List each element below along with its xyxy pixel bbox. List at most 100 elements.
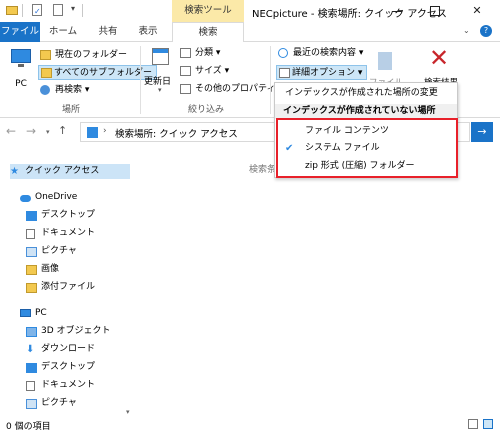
advanced-options-label: 詳細オプション	[292, 68, 356, 78]
kind-label: 分類	[195, 48, 214, 58]
ribbon-separator	[270, 46, 271, 114]
kind-button[interactable]: 分類 ▾	[180, 46, 220, 61]
picture-icon	[26, 399, 37, 409]
folder-icon	[40, 50, 51, 60]
chevron-right-icon[interactable]: ›	[221, 126, 225, 136]
scroll-down-icon[interactable]: ▾	[126, 408, 130, 416]
window-title: NECpicture - 検索場所: クイック アクセス	[252, 9, 447, 20]
chevron-down-icon: ▾	[158, 86, 162, 94]
minimize-button[interactable]	[382, 0, 412, 22]
chevron-down-icon: ▾	[224, 66, 230, 76]
nav-item-label: OneDrive	[35, 192, 78, 202]
chevron-down-icon: ▾	[84, 85, 90, 95]
title-separator	[22, 4, 23, 17]
title-separator	[82, 4, 83, 17]
chevron-down-icon[interactable]: ▾	[46, 128, 50, 136]
search-go-button[interactable]: →	[471, 122, 493, 142]
large-icons-view-icon[interactable]	[483, 419, 493, 429]
item-count: 0 個の項目	[6, 422, 51, 432]
menu-item-change-indexed-locations[interactable]: インデックスが作成された場所の変更	[275, 86, 457, 101]
back-arrow-icon[interactable]: ←	[6, 124, 16, 138]
size-icon	[180, 66, 191, 76]
file-location-icon	[378, 52, 392, 70]
minimize-icon	[392, 11, 402, 12]
tab-share[interactable]: 共有	[96, 22, 120, 42]
pc-label: PC	[15, 79, 27, 89]
picture-icon	[26, 247, 37, 257]
current-folder-label: 現在のフォルダー	[55, 50, 128, 60]
menu-header-non-indexed: インデックスが作成されていない場所	[275, 104, 457, 119]
tab-view[interactable]: 表示	[136, 22, 160, 42]
forward-arrow-icon[interactable]: →	[26, 124, 36, 138]
computer-icon	[20, 309, 31, 317]
nav-item-label: 3D オブジェクト	[41, 326, 111, 336]
nav-item-label: 画像	[41, 264, 60, 274]
close-icon: ✕	[428, 44, 450, 72]
size-label: サイズ	[195, 66, 222, 76]
folder-icon	[26, 265, 37, 275]
content-area[interactable]: 検索条	[133, 146, 500, 416]
chevron-down-icon[interactable]: ⌄	[463, 26, 470, 35]
maximize-icon	[430, 6, 440, 16]
tab-file[interactable]: ファイル	[0, 22, 40, 42]
quick-access-toolbar-dropdown-icon[interactable]: ▾	[71, 4, 75, 13]
research-button[interactable]: 再検索 ▾	[40, 83, 89, 98]
computer-icon	[11, 49, 31, 63]
other-properties-button[interactable]: その他のプロパティ ▾	[180, 82, 283, 97]
details-view-icon[interactable]	[468, 419, 478, 429]
nav-item-label: ドキュメント	[41, 228, 96, 238]
filter-group-label: 絞り込み	[187, 105, 224, 115]
recent-searches-button[interactable]: 最近の検索内容 ▾	[278, 46, 363, 61]
document-icon	[26, 381, 35, 391]
desktop-icon	[26, 211, 37, 221]
properties-icon[interactable]: ✓	[31, 4, 43, 16]
calendar-icon	[152, 48, 169, 65]
nav-item-label: ドキュメント	[41, 380, 96, 390]
pc-button[interactable]: PC	[6, 46, 36, 92]
nav-item-label: ダウンロード	[41, 344, 96, 354]
nav-item-label: PC	[35, 308, 47, 318]
search-tools-context-label: 検索ツール	[172, 0, 244, 22]
computer-stand	[18, 64, 24, 67]
tab-home[interactable]: ホーム	[48, 22, 78, 42]
other-properties-label: その他のプロパティ	[195, 84, 276, 94]
cloud-icon	[20, 195, 31, 202]
research-label: 再検索	[55, 85, 83, 95]
recent-searches-label: 最近の検索内容	[293, 48, 357, 58]
chevron-right-icon[interactable]: ›	[103, 126, 107, 136]
new-folder-icon[interactable]	[52, 4, 64, 16]
document-icon	[26, 229, 35, 239]
advanced-options-button[interactable]: 詳細オプション ▾	[276, 65, 368, 80]
desktop-icon	[26, 363, 37, 373]
download-icon: ⬇	[26, 344, 35, 355]
close-window-button[interactable]: ✕	[462, 0, 492, 22]
subfolders-icon	[41, 68, 52, 78]
up-arrow-icon[interactable]: ↑	[58, 124, 67, 137]
search-status-message: 検索条	[249, 165, 277, 175]
date-modified-label: 更新日	[144, 77, 172, 87]
nav-item-quick-access[interactable]: ★ クイック アクセス	[10, 164, 130, 179]
ribbon-separator	[140, 46, 141, 114]
date-modified-button[interactable]: 更新日 ▾	[144, 46, 176, 94]
location-group-label: 場所	[61, 105, 80, 115]
all-subfolders-label: すべてのサブフォルダー	[54, 68, 153, 78]
highlight-frame	[276, 118, 458, 178]
size-button[interactable]: サイズ ▾	[180, 64, 229, 79]
chevron-down-icon: ▾	[357, 68, 363, 78]
maximize-button[interactable]	[420, 0, 450, 22]
current-folder-button[interactable]: 現在のフォルダー	[40, 48, 127, 63]
research-icon	[40, 85, 50, 95]
clock-icon	[278, 48, 288, 58]
folder-icon[interactable]	[6, 4, 18, 16]
chevron-down-icon: ▾	[215, 48, 221, 58]
help-icon[interactable]: ?	[480, 25, 492, 37]
chevron-down-icon: ▾	[358, 48, 364, 58]
cube-icon	[26, 327, 37, 337]
address-path[interactable]: 検索場所: クイック アクセス	[115, 126, 238, 140]
properties-icon	[180, 84, 191, 94]
nav-item-label: ピクチャ	[41, 246, 77, 256]
status-bar: 0 個の項目	[0, 416, 500, 434]
tab-search[interactable]: 検索	[172, 22, 244, 43]
ribbon-tab-bar: ファイル ホーム 共有 表示 検索 ⌄ ?	[0, 22, 500, 43]
star-icon: ★	[10, 166, 19, 177]
